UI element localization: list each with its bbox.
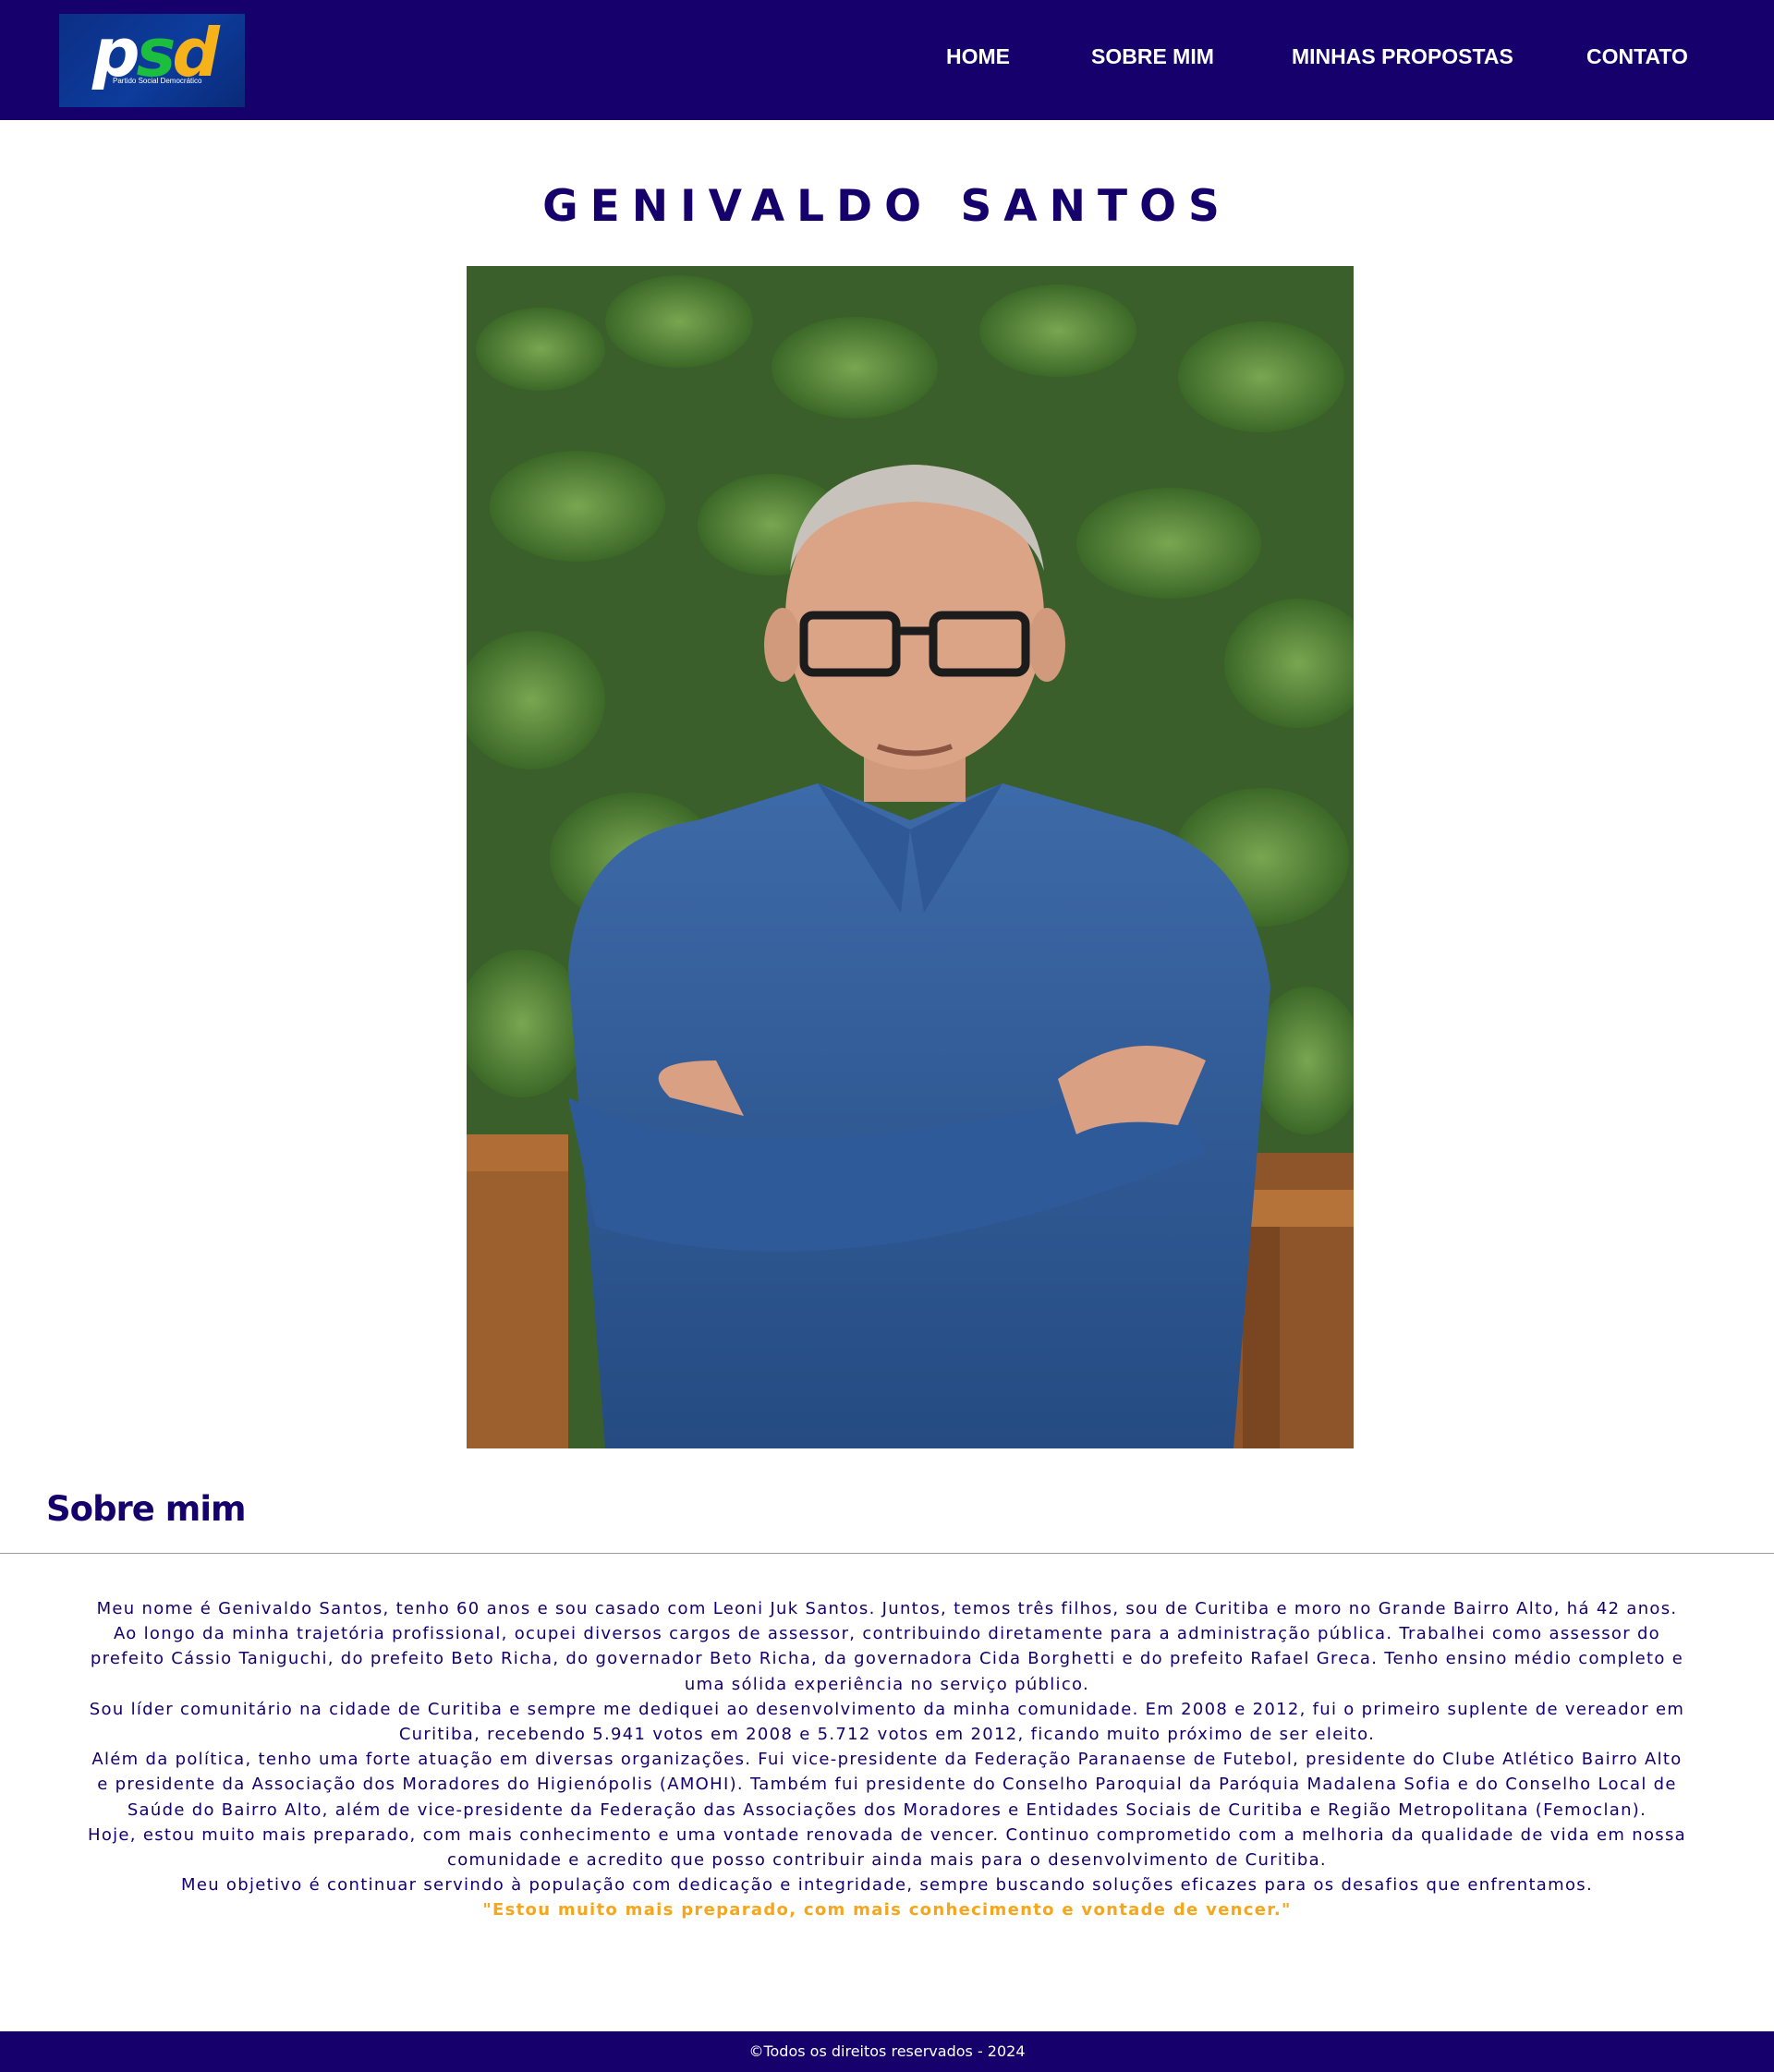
section-divider [0, 1553, 1774, 1554]
copyright-text: ©Todos os direitos reservados - 2024 [748, 2042, 1026, 2060]
site-header: psd Partido Social Democrático HOME SOBR… [0, 0, 1774, 120]
bio-paragraph: Sou líder comunitário na cidade de Curit… [89, 1699, 1685, 1745]
nav-minhas-propostas-link[interactable]: MINHAS PROPOSTAS [1292, 0, 1513, 113]
section-title-sobre-mim: Sobre mim [46, 1489, 247, 1529]
page-title: GENIVALDO SANTOS [542, 181, 1232, 232]
psd-logo[interactable]: psd Partido Social Democrático [59, 14, 245, 107]
bio-quote: "Estou muito mais preparado, com mais co… [482, 1900, 1292, 1921]
nav-contato-link[interactable]: CONTATO [1586, 0, 1688, 113]
nav-home-link[interactable]: HOME [946, 0, 1010, 113]
site-footer: ©Todos os direitos reservados - 2024 [0, 2031, 1774, 2072]
portrait-photo [467, 266, 1354, 1448]
bio-paragraph: Além da política, tenho uma forte atuaçã… [91, 1750, 1683, 1820]
nav-sobre-mim-link[interactable]: SOBRE MIM [1091, 0, 1214, 113]
bio-text: Meu nome é Genivaldo Santos, tenho 60 an… [83, 1596, 1691, 1923]
logo-subtitle: Partido Social Democrático [113, 77, 202, 85]
bio-paragraph: Ao longo da minha trajetória profissiona… [90, 1624, 1684, 1694]
bio-paragraph: Meu objetivo é continuar servindo à popu… [181, 1875, 1593, 1896]
bio-paragraph: Hoje, estou muito mais preparado, com ma… [87, 1824, 1686, 1871]
bio-paragraph: Meu nome é Genivaldo Santos, tenho 60 an… [96, 1599, 1678, 1618]
